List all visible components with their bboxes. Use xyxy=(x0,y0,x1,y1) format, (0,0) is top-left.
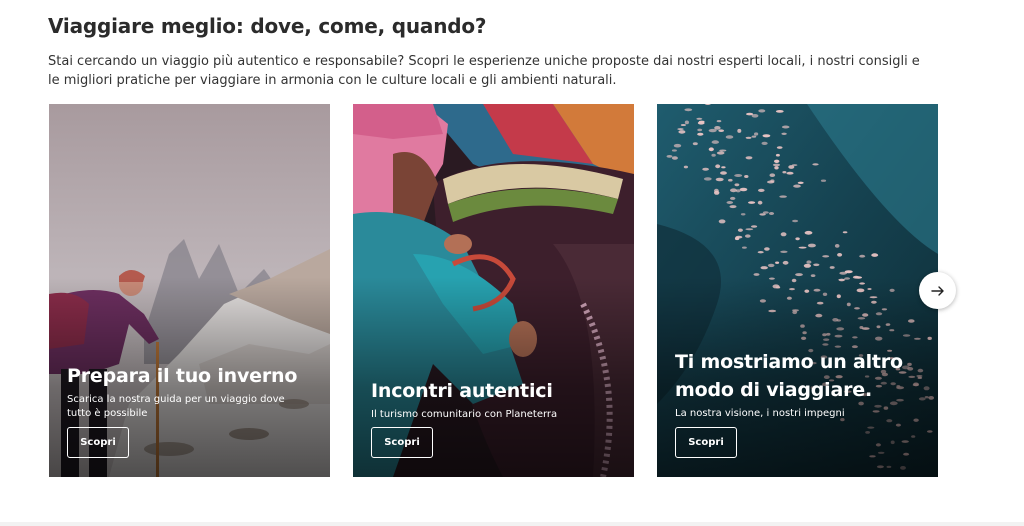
section-title: Viaggiare meglio: dove, come, quando? xyxy=(48,14,487,38)
card-authentic-encounters[interactable]: Incontri autentici Il turismo comunitari… xyxy=(353,104,634,477)
card-subtitle: Il turismo comunitario con Planeterra xyxy=(371,409,558,420)
section-divider xyxy=(0,522,1024,526)
carousel-next-button[interactable] xyxy=(919,272,956,309)
card-title: Ti mostriamo un altro modo di viaggiare. xyxy=(675,351,903,401)
section-description: Stai cercando un viaggio più autentico e… xyxy=(48,54,920,88)
travel-better-section: Viaggiare meglio: dove, come, quando? St… xyxy=(0,0,1024,526)
card-title: Prepara il tuo inverno xyxy=(67,365,298,387)
card-winter[interactable]: Prepara il tuo inverno Scarica la nostra… xyxy=(49,104,330,477)
card-title: Incontri autentici xyxy=(371,380,553,402)
discover-button[interactable]: Scopri xyxy=(675,427,737,458)
discover-button[interactable]: Scopri xyxy=(67,427,129,458)
card-another-way[interactable]: Ti mostriamo un altro modo di viaggiare.… xyxy=(657,104,938,477)
card-subtitle: Scarica la nostra guida per un viaggio d… xyxy=(67,394,285,419)
arrow-right-icon xyxy=(930,285,944,296)
card-subtitle: La nostra visione, i nostri impegni xyxy=(675,408,845,419)
discover-button[interactable]: Scopri xyxy=(371,427,433,458)
